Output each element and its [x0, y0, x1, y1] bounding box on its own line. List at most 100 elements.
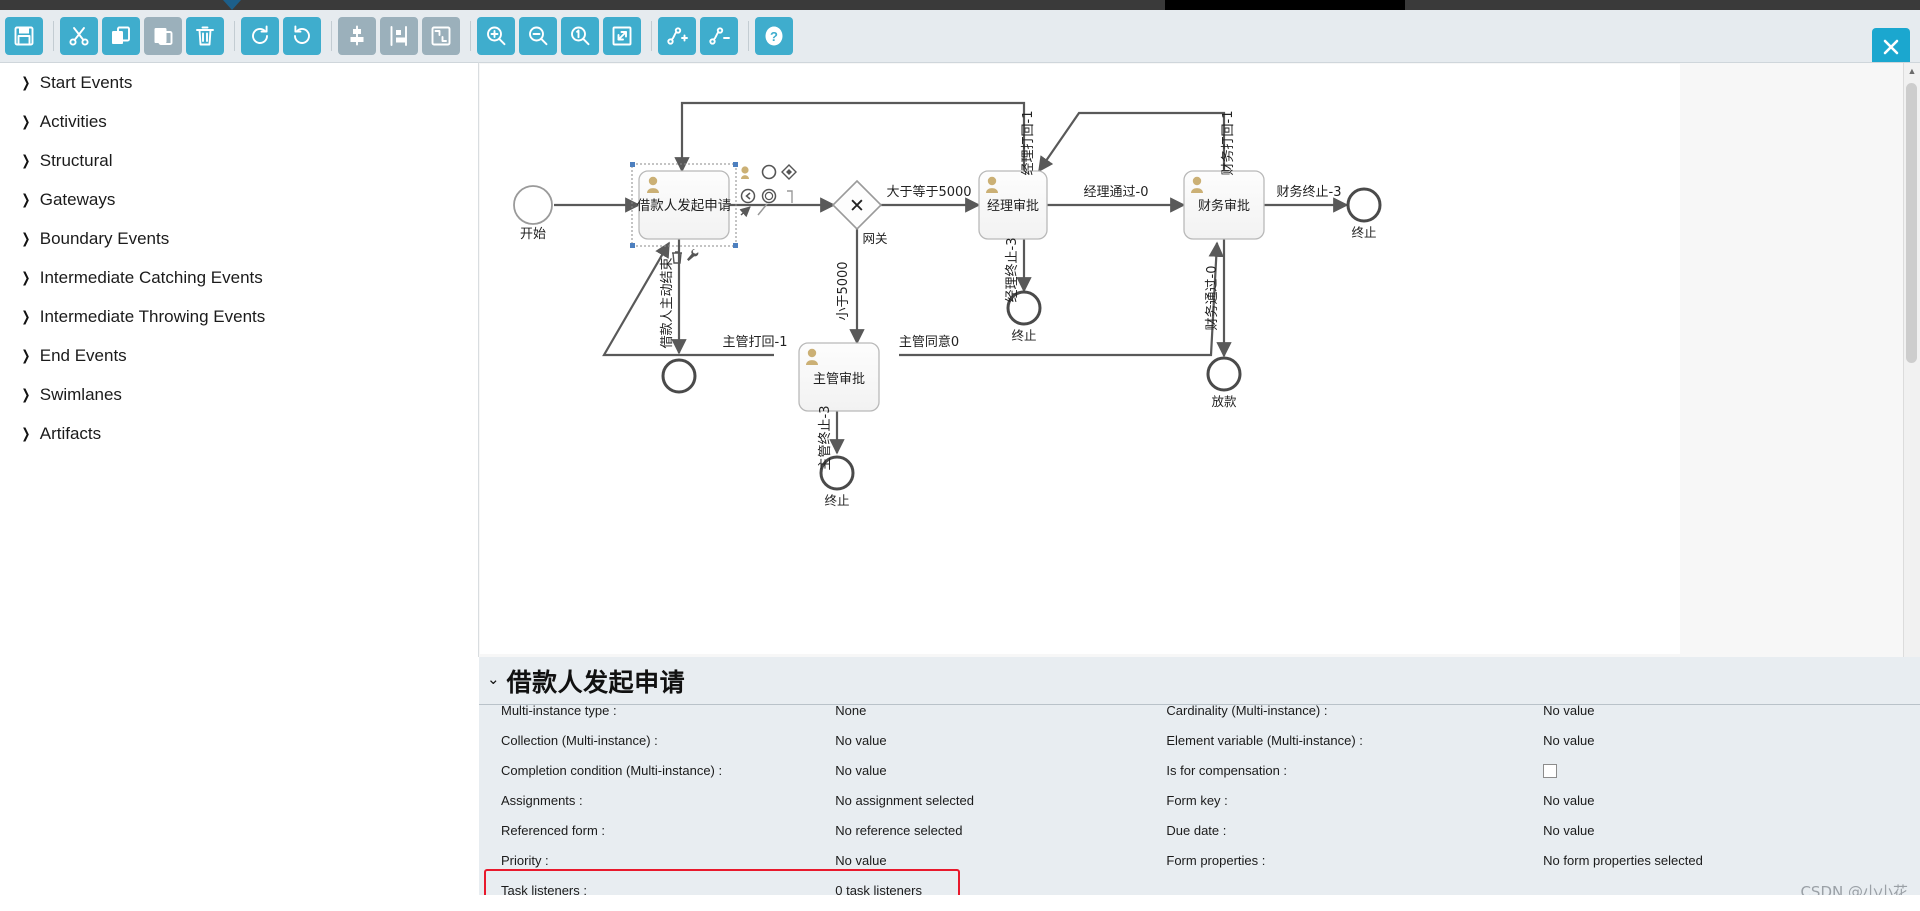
property-value: No form properties selected — [1543, 852, 1703, 868]
zoom-actual-button[interactable] — [561, 17, 599, 55]
properties-panel: ⌄ 借款人发起申请 Multi-instance type : None Cardi… — [0, 657, 1920, 911]
property-value: No value — [1543, 792, 1595, 808]
properties-left-gutter — [0, 657, 479, 910]
align-horizontal-button[interactable] — [380, 17, 418, 55]
chevron-right-icon: ❯ — [21, 113, 31, 129]
property-value[interactable]: No value — [835, 755, 1166, 785]
properties-header[interactable]: ⌄ 借款人发起申请 — [479, 657, 1920, 704]
property-value-cell[interactable]: No value — [1543, 725, 1920, 755]
palette-group-intermediate-catching-events[interactable]: ❯ Intermediate Catching Events — [0, 258, 478, 297]
svg-text:借款人主动结束: 借款人主动结束 — [660, 257, 675, 348]
properties-body[interactable]: Multi-instance type : None Cardinality (Mu… — [479, 704, 1920, 911]
palette-group-boundary-events[interactable]: ❯ Boundary Events — [0, 219, 478, 258]
properties-row[interactable]: Collection (Multi-instance) : No value Ele… — [479, 725, 1920, 755]
properties-row[interactable]: Completion condition (Multi-instance) : N… — [479, 755, 1920, 785]
remove-bendpoint-button[interactable] — [700, 17, 738, 55]
palette-group-artifacts[interactable]: ❯ Artifacts — [0, 414, 478, 453]
scissors-icon — [69, 27, 89, 46]
end-event-finance-terminate[interactable]: 终止 — [1346, 187, 1382, 240]
align-vertical-button[interactable] — [338, 17, 376, 55]
end-event-loan[interactable]: 放款 — [1206, 356, 1242, 409]
chevron-right-icon: ❯ — [21, 74, 31, 90]
palette-group-intermediate-throwing-events[interactable]: ❯ Intermediate Throwing Events — [0, 297, 478, 336]
bpmn-editor-window: ? ❯ Start Events ❯ Activities ❯ Structural ❯ Ga… — [0, 0, 1920, 910]
zoom-in-button[interactable] — [477, 17, 515, 55]
chevron-right-icon: ❯ — [21, 425, 31, 441]
remove-bendpoint-icon — [709, 27, 730, 45]
zoom-out-button[interactable] — [519, 17, 557, 55]
property-label: Referenced form : — [501, 822, 606, 838]
help-button[interactable]: ? — [755, 17, 793, 55]
trash-icon — [196, 26, 214, 46]
add-bendpoint-button[interactable] — [658, 17, 696, 55]
svg-text:?: ? — [770, 29, 778, 44]
task-node-apply[interactable]: 借款人发起申请 — [630, 162, 738, 248]
properties-row[interactable]: Referenced form : No reference selected Du… — [479, 815, 1920, 845]
properties-row[interactable]: Multi-instance type : None Cardinality (Mu… — [479, 705, 1920, 725]
chevron-right-icon: ❯ — [21, 347, 31, 363]
redo-button[interactable] — [241, 17, 279, 55]
toolbar-separator — [651, 21, 652, 51]
property-value-cell[interactable]: No value — [1543, 785, 1920, 815]
properties-row[interactable]: Assignments : No assignment selected Form … — [479, 785, 1920, 815]
property-value-cell[interactable]: No form properties selected — [1543, 845, 1920, 875]
zoom-fit-button[interactable] — [603, 17, 641, 55]
property-value[interactable]: No value — [835, 845, 1166, 875]
same-size-button[interactable] — [422, 17, 460, 55]
palette-group-swimlanes[interactable]: ❯ Swimlanes — [0, 375, 478, 414]
palette-group-label: Boundary Events — [39, 228, 170, 248]
palette-group-label: Swimlanes — [39, 384, 122, 404]
property-value-cell[interactable]: No value — [1543, 815, 1920, 845]
end-event-applicant-cancel[interactable] — [661, 358, 697, 394]
wrench-icon — [687, 248, 699, 261]
paste-icon — [154, 28, 173, 45]
scroll-up-arrow[interactable]: ▲ — [1904, 63, 1920, 79]
palette-group-end-events[interactable]: ❯ End Events — [0, 336, 478, 375]
bpmn-canvas[interactable]: 开始 借款人发起申请 ✕ 网关 经理审批 财务审批 主管审批 终止 终止 终止 … — [479, 62, 1920, 658]
task-node-supervisor[interactable]: 主管审批 — [798, 342, 880, 412]
palette-group-label: Intermediate Catching Events — [39, 267, 263, 287]
svg-text:借款人发起申请: 借款人发起申请 — [637, 198, 732, 214]
task-node-finance[interactable]: 财务审批 — [1183, 170, 1265, 240]
copy-button[interactable] — [102, 17, 140, 55]
bottom-bar — [0, 895, 1920, 910]
undo-button[interactable] — [283, 17, 321, 55]
same-size-icon — [431, 26, 451, 46]
palette-group-start-events[interactable]: ❯ Start Events — [0, 63, 478, 102]
toolbar-separator — [331, 21, 332, 51]
palette-group-gateways[interactable]: ❯ Gateways — [0, 180, 478, 219]
property-value[interactable]: None — [835, 705, 1166, 725]
save-button[interactable] — [5, 17, 43, 55]
svg-text:终止: 终止 — [1011, 328, 1036, 343]
bpmn-diagram-svg[interactable]: 开始 借款人发起申请 ✕ 网关 经理审批 财务审批 主管审批 终止 终止 终止 … — [479, 63, 1920, 658]
editor-main: ❯ Start Events ❯ Activities ❯ Structural ❯ Gate… — [0, 62, 1920, 910]
close-button[interactable] — [1872, 28, 1910, 66]
toolbar-separator — [53, 21, 54, 51]
palette-group-label: Structural — [39, 150, 113, 170]
delete-button[interactable] — [186, 17, 224, 55]
task-node-manager[interactable]: 经理审批 — [978, 170, 1048, 240]
svg-text:开始: 开始 — [520, 227, 546, 242]
chevron-down-icon[interactable]: ⌄ — [487, 670, 500, 688]
paste-button[interactable] — [144, 17, 182, 55]
palette-group-structural[interactable]: ❯ Structural — [0, 141, 478, 180]
property-value-cell[interactable] — [1543, 755, 1920, 785]
undo-icon — [294, 25, 310, 44]
properties-row[interactable]: Priority : No value Form properties : No fo… — [479, 845, 1920, 875]
property-value[interactable]: No value — [835, 725, 1166, 755]
scroll-thumb[interactable] — [1906, 83, 1917, 363]
redo-icon — [252, 25, 268, 44]
chevron-right-icon: ❯ — [21, 308, 31, 324]
property-value[interactable]: No assignment selected — [835, 785, 1166, 815]
property-label: Priority : — [501, 852, 549, 868]
canvas-scrollbar-vertical[interactable]: ▲ — [1903, 63, 1920, 658]
close-icon — [1883, 39, 1899, 55]
cut-button[interactable] — [60, 17, 98, 55]
zoom-fit-icon — [612, 26, 632, 46]
start-event-node[interactable]: 开始 — [513, 185, 553, 242]
property-value-cell[interactable]: No value — [1543, 705, 1920, 725]
property-value[interactable]: No reference selected — [835, 815, 1166, 845]
is-for-compensation-checkbox[interactable] — [1543, 763, 1558, 778]
palette-group-activities[interactable]: ❯ Activities — [0, 102, 478, 141]
exclusive-gateway-node[interactable]: ✕ 网关 — [831, 179, 888, 246]
